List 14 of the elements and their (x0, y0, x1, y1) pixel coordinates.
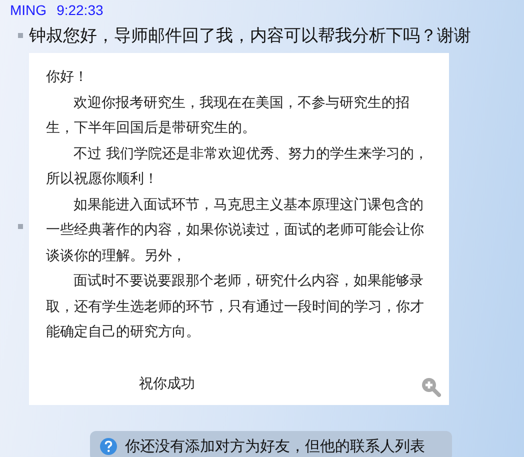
letter-paragraph: 祝你成功 (139, 374, 195, 394)
letter-paragraph: 不过 我们学院还是非常欢迎优秀、努力的学生来学习的，所以祝愿你顺利！ (46, 144, 429, 189)
help-icon (100, 438, 117, 454)
bullet-icon (18, 33, 23, 38)
sender-name: MING (10, 2, 47, 18)
letter-paragraph: 面试时不要说要跟那个老师，研究什么内容，如果能够录取，还有学生选老师的环节，只有通过一段时间的学习，你才能确定自己的研究方向。 (46, 272, 425, 342)
notice-text: 你还没有添加对方为好友，但他的联系人列表 (125, 436, 425, 456)
letter-paragraph: 欢迎你报考研究生，我现在在美国，不参与研究生的招生，下半年回国后是带研究生的。 (46, 94, 411, 138)
letter-paragraph: 你好！ (46, 68, 89, 87)
message-time: 9:22:33 (56, 2, 104, 18)
bullet-icon (18, 224, 23, 228)
letter-paragraph: 如果能进入面试环节，马克思主义基本原理这门课包含的一些经典著作的内容，如果你说读过，面试的老师可能会让你谈谈你的理解。另外， (46, 196, 425, 266)
message-text: 钟叔您好，导师邮件回了我，内容可以帮我分析下吗？谢谢 (29, 25, 471, 47)
document-image[interactable] (29, 53, 449, 405)
